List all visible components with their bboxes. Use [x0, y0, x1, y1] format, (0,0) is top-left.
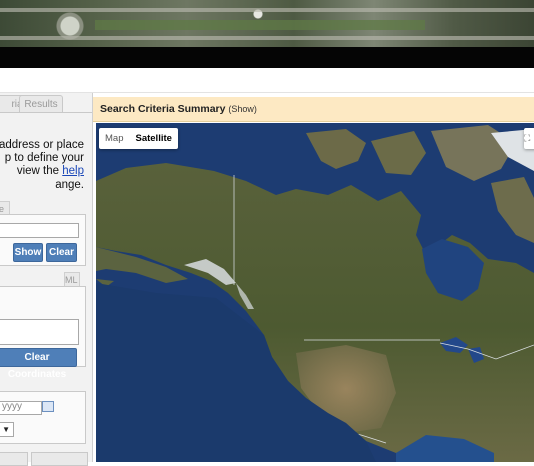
header-black-bar — [0, 47, 534, 68]
tab-kml[interactable]: ML — [64, 272, 80, 287]
bottom-button[interactable] — [0, 452, 28, 466]
fullscreen-icon[interactable]: ⛶ — [524, 128, 534, 149]
search-criteria-summary-bar[interactable]: Search Criteria Summary (Show) — [93, 97, 534, 122]
coordinates-input[interactable] — [0, 319, 79, 345]
map-view[interactable]: Map Satellite ⛶ — [96, 123, 534, 462]
instructions-text: address or place p to define your view t… — [0, 139, 84, 192]
instructions-line: ange. — [55, 178, 84, 191]
map-type-control: Map Satellite — [99, 128, 178, 149]
header-aerial-banner — [0, 0, 534, 47]
coordinates-box: Clear Coordinates — [0, 286, 86, 380]
clear-button[interactable]: Clear — [46, 243, 77, 262]
instructions-line: view the help — [0, 165, 84, 178]
instructions-line: address or place — [0, 139, 84, 151]
search-criteria-panel: ria Results address or place p to define… — [0, 93, 93, 466]
calendar-icon[interactable] — [42, 401, 54, 412]
clear-coordinates-button[interactable]: Clear Coordinates — [0, 348, 77, 380]
summary-show-toggle[interactable]: (Show) — [228, 104, 257, 114]
show-button[interactable]: Show — [13, 243, 43, 262]
bottom-button[interactable] — [31, 452, 88, 466]
nav-bar — [0, 68, 534, 93]
map-type-map[interactable]: Map — [99, 128, 129, 149]
instructions-prefix: view the — [16, 165, 63, 178]
tab-underline — [0, 112, 92, 113]
date-placeholder: yyyy — [2, 401, 22, 412]
banner-road — [0, 36, 534, 40]
help-link[interactable]: help — [62, 165, 84, 177]
address-input[interactable] — [0, 223, 79, 238]
summary-title: Search Criteria Summary (Show) — [100, 103, 257, 115]
banner-road — [0, 8, 534, 12]
map-type-satellite[interactable]: Satellite — [129, 128, 177, 149]
tab-results[interactable]: Results — [19, 95, 63, 113]
instructions-line: p to define your — [4, 152, 84, 165]
satellite-imagery — [96, 123, 534, 462]
banner-mall — [95, 20, 425, 30]
date-range-box: yyyy ▼ — [0, 391, 86, 444]
date-select[interactable]: ▼ — [0, 422, 14, 437]
address-box: Show Clear — [0, 214, 86, 266]
summary-title-text: Search Criteria Summary — [100, 103, 226, 115]
